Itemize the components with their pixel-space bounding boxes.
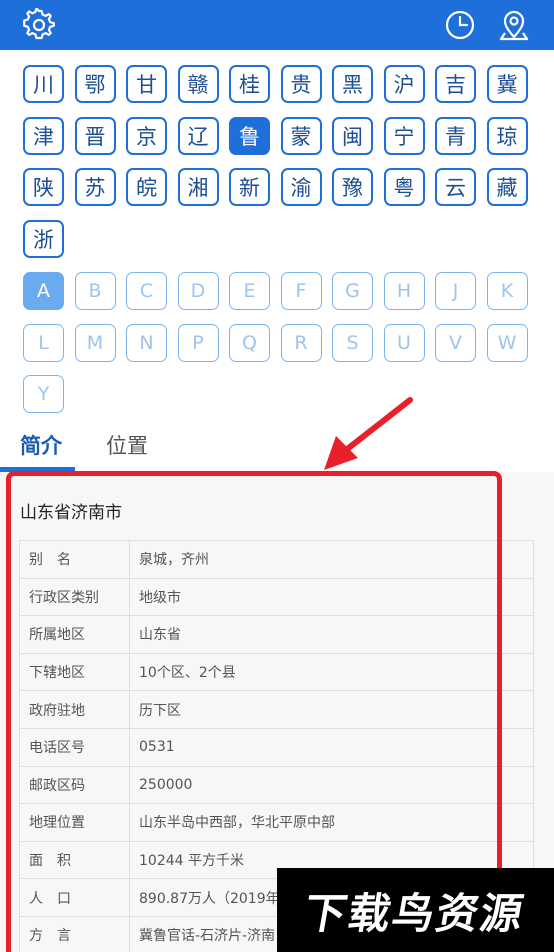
tab-intro[interactable]: 简介 [20, 430, 62, 460]
info-key: 地理位置 [19, 803, 130, 842]
clock-icon[interactable] [443, 8, 477, 42]
gear-icon[interactable] [22, 7, 56, 42]
watermark-text: 下载鸟资源 [300, 888, 530, 938]
table-row: 行政区类别 地级市 [19, 577, 534, 617]
letter-key[interactable]: W [486, 323, 528, 362]
letter-key[interactable]: Y [23, 375, 64, 413]
province-key[interactable]: 沪 [383, 65, 425, 103]
info-key: 行政区类别 [19, 577, 130, 617]
province-key[interactable]: 津 [23, 116, 64, 155]
table-row: 政府驻地 历下区 [19, 690, 534, 729]
province-key[interactable]: 赣 [177, 65, 219, 103]
province-key[interactable]: 陕 [23, 168, 64, 206]
letter-key[interactable]: S [332, 323, 373, 362]
table-row: 下辖地区 10个区、2个县 [19, 652, 534, 692]
province-key[interactable]: 辽 [177, 116, 219, 155]
province-key[interactable]: 粤 [383, 168, 425, 206]
province-key[interactable]: 藏 [486, 168, 528, 206]
letter-key-grid: ABCDEFGHJK LMNPQRSUVW Y [23, 272, 535, 427]
province-key[interactable]: 苏 [74, 168, 116, 206]
info-key: 邮政区码 [19, 765, 130, 805]
info-key: 方 言 [19, 915, 130, 952]
info-value: 山东半岛中西部，华北平原中部 [129, 803, 534, 842]
app-screen: 川鄂甘赣桂贵黑沪吉冀津晋京辽鲁蒙闽宁青琼陕苏皖湘新渝豫粤云藏浙 ABCDEFGH… [0, 0, 554, 952]
province-key[interactable]: 鄂 [74, 65, 116, 103]
table-row: 地理位置 山东半岛中西部，华北平原中部 [19, 803, 534, 842]
location-pin-icon[interactable] [497, 8, 531, 42]
letter-key[interactable]: K [486, 272, 528, 310]
table-row: 邮政区码 250000 [19, 765, 534, 805]
province-key[interactable]: 川 [23, 65, 64, 103]
letter-key[interactable]: G [332, 272, 373, 310]
info-value: 250000 [129, 765, 534, 805]
info-key: 所属地区 [19, 615, 130, 654]
province-key[interactable]: 蒙 [280, 116, 322, 155]
top-app-bar [0, 0, 554, 50]
letter-key[interactable]: C [126, 272, 167, 310]
letter-key[interactable]: U [383, 323, 425, 362]
table-row: 所属地区 山东省 [19, 615, 534, 654]
info-key: 面 积 [19, 840, 130, 880]
letter-key[interactable]: J [435, 272, 476, 310]
province-key[interactable]: 新 [229, 168, 270, 206]
province-key[interactable]: 甘 [126, 65, 167, 103]
info-value: 10个区、2个县 [129, 652, 534, 692]
letter-key[interactable]: N [126, 323, 167, 362]
table-row: 电话区号 0531 [19, 727, 534, 767]
tab-location[interactable]: 位置 [106, 430, 148, 460]
letter-key[interactable]: Q [229, 323, 270, 362]
info-value: 0531 [129, 727, 534, 767]
letter-key[interactable]: B [74, 272, 116, 310]
info-key: 人 口 [19, 878, 130, 917]
info-value: 历下区 [129, 690, 534, 729]
province-key[interactable]: 闽 [332, 116, 373, 155]
letter-key[interactable]: R [280, 323, 322, 362]
province-key[interactable]: 渝 [280, 168, 322, 206]
letter-key[interactable]: L [23, 323, 64, 362]
letter-key[interactable]: A [23, 272, 64, 310]
table-row: 别 名泉城，齐州 [19, 540, 534, 579]
info-key: 下辖地区 [19, 652, 130, 692]
letter-key[interactable]: M [74, 323, 116, 362]
info-key: 别 名 [19, 540, 130, 579]
letter-key[interactable]: D [177, 272, 219, 310]
province-key[interactable]: 云 [435, 168, 476, 206]
info-value: 地级市 [129, 577, 534, 617]
province-key[interactable]: 琼 [486, 116, 528, 155]
province-key[interactable]: 宁 [383, 116, 425, 155]
province-key[interactable]: 湘 [177, 168, 219, 206]
province-key[interactable]: 桂 [229, 65, 270, 103]
letter-key[interactable]: H [383, 272, 425, 310]
letter-key[interactable]: F [280, 272, 322, 310]
province-key[interactable]: 浙 [23, 219, 64, 258]
province-key[interactable]: 冀 [486, 65, 528, 103]
province-key[interactable]: 皖 [126, 168, 167, 206]
letter-key[interactable]: P [177, 323, 219, 362]
watermark-banner: 下载鸟资源 [277, 868, 554, 952]
letter-key[interactable]: E [229, 272, 270, 310]
info-value: 泉城，齐州 [129, 540, 534, 579]
province-key[interactable]: 京 [126, 116, 167, 155]
province-key-grid: 川鄂甘赣桂贵黑沪吉冀津晋京辽鲁蒙闽宁青琼陕苏皖湘新渝豫粤云藏浙 [23, 65, 535, 271]
tab-bar: 简介 位置 [0, 420, 554, 472]
info-key: 电话区号 [19, 727, 130, 767]
province-key[interactable]: 贵 [280, 65, 322, 103]
province-key[interactable]: 晋 [74, 116, 116, 155]
province-key[interactable]: 鲁 [229, 116, 270, 155]
place-title: 山东省济南市 [20, 503, 122, 523]
info-value: 山东省 [129, 615, 534, 654]
province-key[interactable]: 黑 [332, 65, 373, 103]
province-key[interactable]: 豫 [332, 168, 373, 206]
info-key: 政府驻地 [19, 690, 130, 729]
letter-key[interactable]: V [435, 323, 476, 362]
province-key[interactable]: 青 [435, 116, 476, 155]
province-key[interactable]: 吉 [435, 65, 476, 103]
